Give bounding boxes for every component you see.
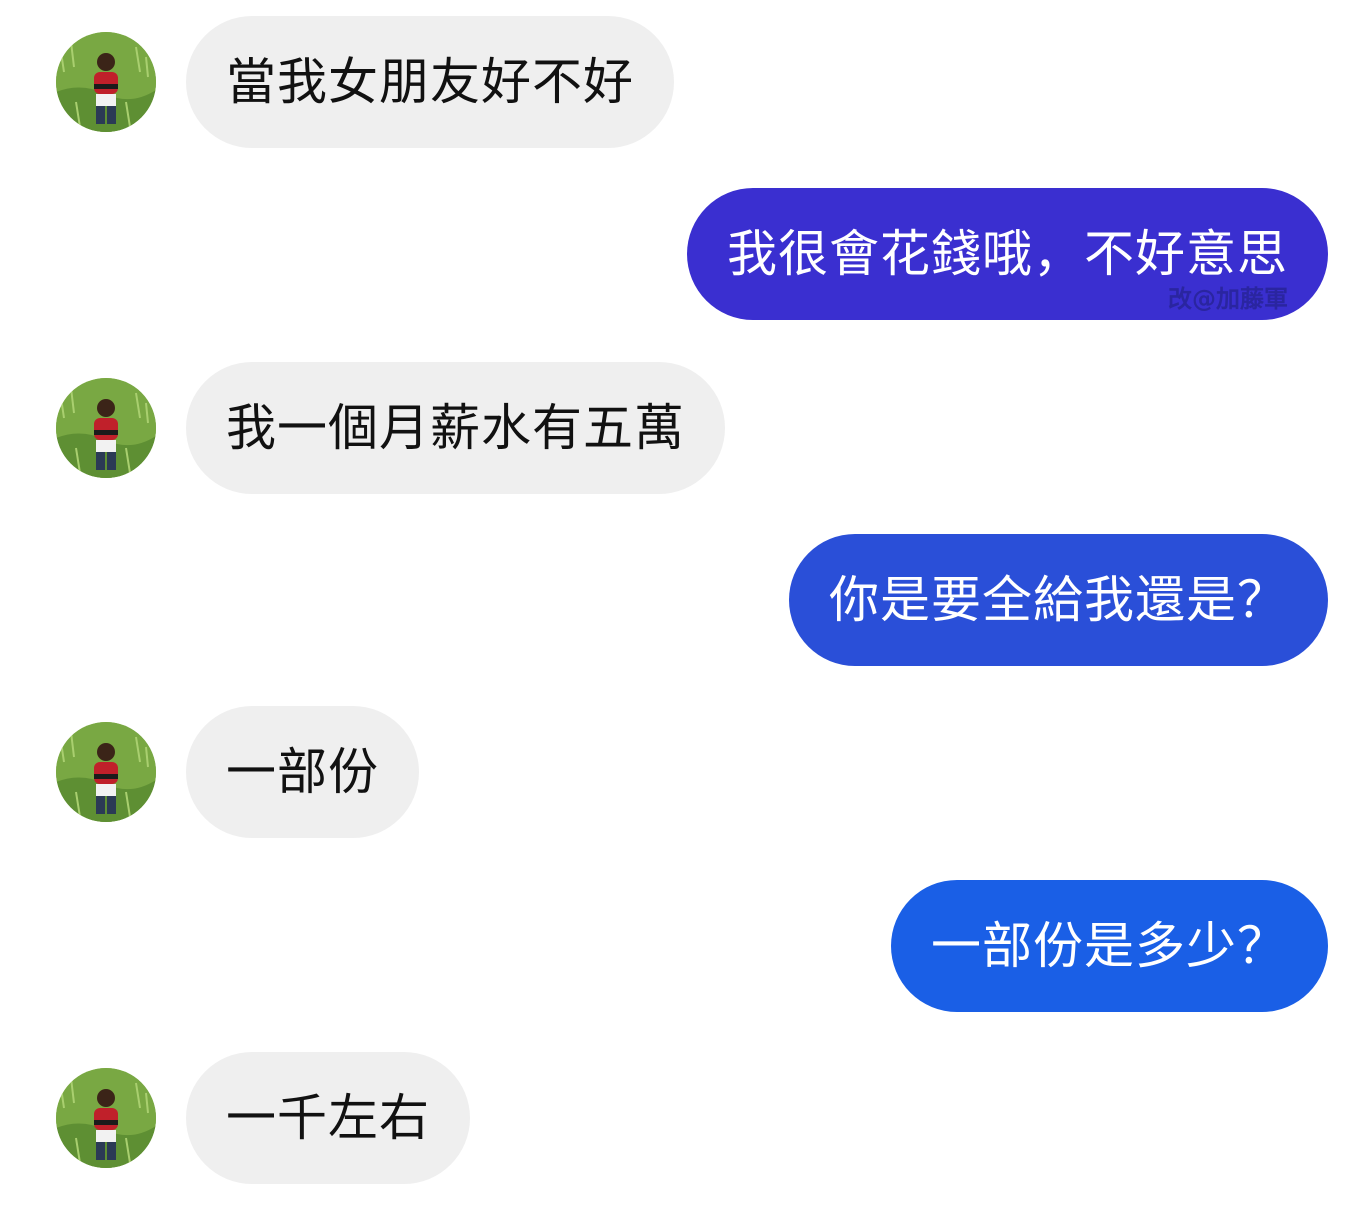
outgoing-message-bubble[interactable]: 一部份是多少？ [891,880,1328,1012]
profile-photo-icon[interactable] [56,1068,156,1168]
incoming-message-bubble[interactable]: 當我女朋友好不好 [186,16,674,148]
incoming-message-bubble[interactable]: 我一個月薪水有五萬 [186,362,725,494]
chat-thread: 當我女朋友好不好 我很會花錢哦，不好意思 改@加藤軍 我一個月薪水有五萬 你是要… [0,0,1354,1210]
outgoing-message-bubble[interactable]: 我很會花錢哦，不好意思 改@加藤軍 [687,188,1328,320]
profile-photo-icon[interactable] [56,722,156,822]
profile-photo-icon[interactable] [56,378,156,478]
watermark-text: 改@加藤軍 [1168,285,1288,313]
message-text: 我很會花錢哦，不好意思 [727,225,1288,283]
profile-photo-icon[interactable] [56,32,156,132]
message-row: 你是要全給我還是？ [0,534,1354,666]
message-row: 我一個月薪水有五萬 [0,362,1354,494]
message-row: 我很會花錢哦，不好意思 改@加藤軍 [0,188,1354,320]
outgoing-message-bubble[interactable]: 你是要全給我還是？ [789,534,1328,666]
incoming-message-bubble[interactable]: 一部份 [186,706,419,838]
incoming-message-bubble[interactable]: 一千左右 [186,1052,470,1184]
message-row: 一千左右 [0,1052,1354,1184]
message-row: 一部份是多少？ [0,880,1354,1012]
message-row: 一部份 [0,706,1354,838]
message-row: 當我女朋友好不好 [0,16,1354,148]
